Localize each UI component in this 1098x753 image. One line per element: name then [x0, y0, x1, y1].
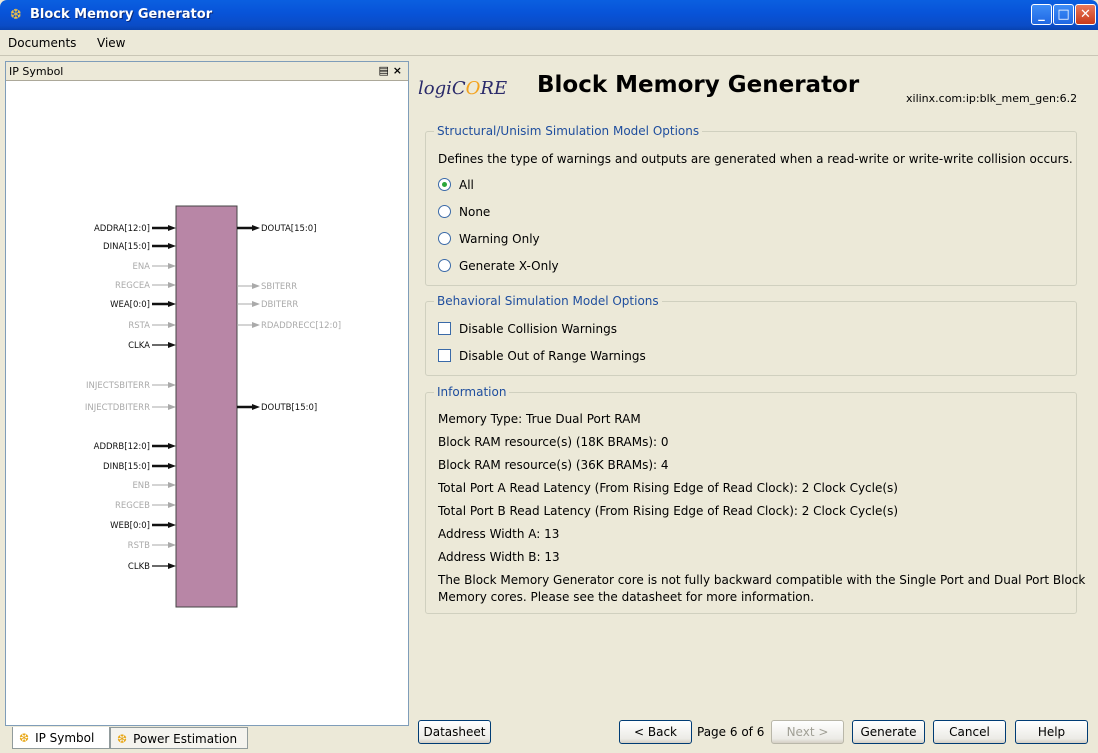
pin-label-13: WEB[0:0]	[110, 521, 150, 531]
radio-button[interactable]	[438, 259, 451, 272]
pin-label-r4: DOUTB[15:0]	[261, 403, 317, 413]
pin-label-6: CLKA	[128, 341, 150, 351]
pin-label-7: INJECTSBITERR	[86, 381, 150, 391]
pin-arrow	[168, 225, 176, 231]
menu-bar: Documents View	[0, 30, 1098, 56]
behavioral-options-group: Behavioral Simulation Model Options Disa…	[425, 294, 1077, 376]
info-line: Block RAM resource(s) (36K BRAMs): 4	[438, 458, 669, 472]
structural-options-group: Structural/Unisim Simulation Model Optio…	[425, 124, 1077, 286]
pin-label-5: RSTA	[128, 321, 150, 331]
radio-warning-only[interactable]: Warning Only	[438, 232, 540, 246]
panel-header: IP Symbol ▤ ×	[6, 62, 408, 81]
pin-label-2: ENA	[132, 262, 150, 272]
radio-all[interactable]: All	[438, 178, 474, 192]
pin-label-3: REGCEA	[115, 281, 150, 291]
pin-label-10: DINB[15:0]	[103, 462, 150, 472]
next-button[interactable]: Next >	[771, 720, 844, 744]
pin-label-r2: DBITERR	[261, 300, 298, 310]
information-group: Information Memory Type: True Dual Port …	[425, 385, 1085, 614]
info-line: Memory cores. Please see the datasheet f…	[438, 590, 815, 604]
logicore-logo: logiCORE	[418, 78, 508, 99]
pin-arrow	[168, 404, 176, 410]
close-button[interactable]: ✕	[1075, 4, 1096, 25]
pin-arrow	[252, 322, 260, 328]
page-title: Block Memory Generator	[537, 72, 860, 98]
title-bar[interactable]: ❆ Block Memory Generator _ □ ✕	[0, 0, 1098, 30]
pin-arrow	[168, 301, 176, 307]
radio-button[interactable]	[438, 205, 451, 218]
structural-description: Defines the type of warnings and outputs…	[438, 152, 1073, 166]
pin-arrow	[168, 542, 176, 548]
logicore-icon: ❆	[19, 731, 30, 745]
checkbox[interactable]	[438, 322, 451, 335]
pin-arrow	[168, 443, 176, 449]
pin-arrow	[168, 282, 176, 288]
info-line: Address Width B: 13	[438, 550, 560, 564]
radio-button[interactable]	[438, 178, 451, 191]
pin-label-1: DINA[15:0]	[103, 242, 150, 252]
group-title: Behavioral Simulation Model Options	[434, 294, 662, 308]
pin-arrow	[168, 482, 176, 488]
info-line: Total Port A Read Latency (From Rising E…	[438, 481, 898, 495]
ip-symbol-diagram: ADDRA[12:0] DINA[15:0] ENA REGCEA WEA[0:0] RS…	[85, 205, 341, 608]
panel-controls[interactable]: ▤ ×	[379, 64, 402, 77]
checkbox-disable-collision-warnings[interactable]: Disable Collision Warnings	[438, 322, 617, 336]
pin-arrow	[168, 342, 176, 348]
pin-label-14: RSTB	[128, 541, 150, 551]
radio-none[interactable]: None	[438, 205, 490, 219]
help-button[interactable]: Help	[1015, 720, 1088, 744]
pin-label-9: ADDRB[12:0]	[94, 442, 150, 452]
pin-arrow	[168, 463, 176, 469]
radio-generate-x-only[interactable]: Generate X-Only	[438, 259, 559, 273]
ip-vlnv: xilinx.com:ip:blk_mem_gen:6.2	[906, 92, 1078, 105]
pin-arrow	[168, 263, 176, 269]
menu-documents[interactable]: Documents	[8, 36, 76, 50]
menu-view[interactable]: View	[97, 36, 125, 50]
pin-label-r3: RDADDRECC[12:0]	[261, 321, 341, 331]
pin-arrow	[252, 225, 260, 231]
pin-label-11: ENB	[132, 481, 150, 491]
logicore-icon: ❆	[10, 7, 22, 23]
logicore-icon: ❆	[117, 732, 128, 746]
info-line: Total Port B Read Latency (From Rising E…	[438, 504, 899, 518]
pin-arrow	[168, 322, 176, 328]
pin-arrow	[168, 502, 176, 508]
window-title: Block Memory Generator	[30, 7, 213, 22]
datasheet-button[interactable]: Datasheet	[418, 720, 491, 744]
pin-label-8: INJECTDBITERR	[85, 403, 150, 413]
ip-symbol-panel: IP Symbol ▤ × ADDRA[12:0] DINA[15:0] ENA RE…	[5, 61, 409, 726]
group-title: Structural/Unisim Simulation Model Optio…	[434, 124, 703, 138]
tab-ip-symbol[interactable]: ❆ IP Symbol	[12, 727, 110, 749]
cancel-button[interactable]: Cancel	[933, 720, 1006, 744]
maximize-button[interactable]: □	[1053, 4, 1074, 25]
pin-label-4: WEA[0:0]	[110, 300, 150, 310]
pin-label-12: REGCEB	[115, 501, 150, 511]
info-line: Block RAM resource(s) (18K BRAMs): 0	[438, 435, 669, 449]
info-line: Memory Type: True Dual Port RAM	[438, 412, 641, 426]
pin-label-r0: DOUTA[15:0]	[261, 224, 317, 234]
group-title: Information	[434, 385, 510, 399]
generate-button[interactable]: Generate	[852, 720, 925, 744]
pin-arrow	[168, 243, 176, 249]
pin-label-r1: SBITERR	[261, 282, 297, 292]
back-button[interactable]: < Back	[619, 720, 692, 744]
pin-arrow	[252, 301, 260, 307]
pin-label-15: CLKB	[128, 562, 150, 572]
info-line: Address Width A: 13	[438, 527, 560, 541]
checkbox-disable-out-of-range-warnings[interactable]: Disable Out of Range Warnings	[438, 349, 646, 363]
info-line: The Block Memory Generator core is not f…	[438, 573, 1086, 587]
tab-power-estimation[interactable]: ❆ Power Estimation	[110, 727, 248, 749]
pin-arrow	[168, 563, 176, 569]
panel-title: IP Symbol	[9, 65, 64, 78]
pin-arrow	[168, 382, 176, 388]
memory-block	[175, 205, 238, 608]
checkbox[interactable]	[438, 349, 451, 362]
pin-arrow	[168, 522, 176, 528]
pin-arrow	[252, 404, 260, 410]
pin-label-0: ADDRA[12:0]	[94, 224, 150, 234]
page-indicator: Page 6 of 6	[697, 725, 765, 739]
minimize-button[interactable]: _	[1031, 4, 1052, 25]
radio-button[interactable]	[438, 232, 451, 245]
pin-arrow	[252, 283, 260, 289]
